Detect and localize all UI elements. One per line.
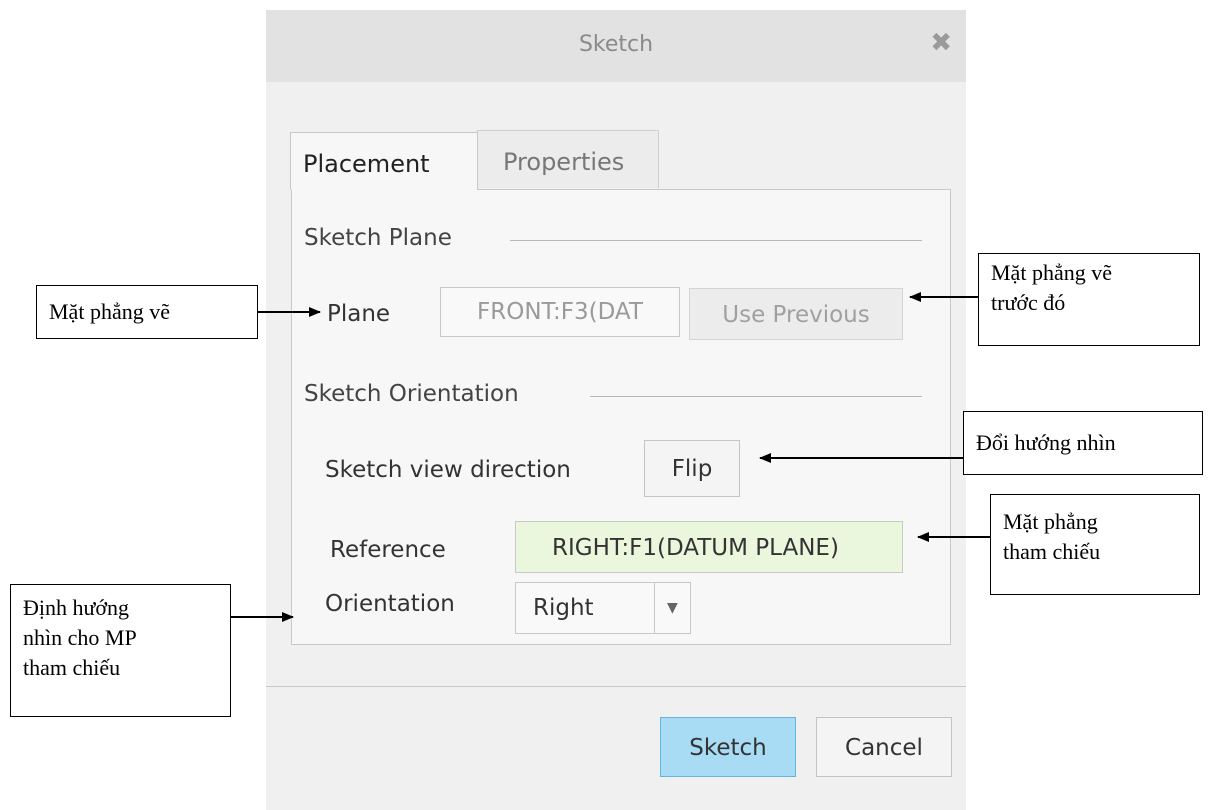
tab-placement[interactable]: Placement <box>290 132 478 190</box>
annotation-arrows <box>231 292 990 622</box>
